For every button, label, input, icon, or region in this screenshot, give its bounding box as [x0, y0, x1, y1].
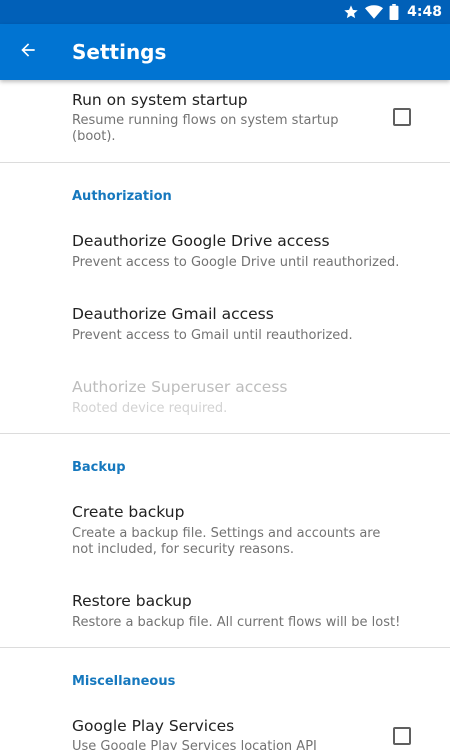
arrow-back-icon [18, 40, 38, 64]
pref-summary: Use Google Play Services location API [72, 739, 317, 750]
app-bar: Settings [0, 24, 450, 80]
pref-run-on-startup[interactable]: Run on system startup Resume running flo… [0, 80, 450, 162]
category-header-backup: Backup [72, 460, 126, 475]
battery-icon [389, 4, 399, 20]
pref-title: Google Play Services [72, 717, 235, 735]
pref-create-backup[interactable]: Create backup Create a backup file. Sett… [0, 491, 450, 575]
back-button[interactable] [8, 32, 48, 72]
pref-title: Deauthorize Google Drive access [72, 232, 330, 250]
status-time: 4:48 [407, 4, 442, 20]
pref-title: Run on system startup [72, 91, 248, 109]
wifi-icon [365, 4, 384, 20]
page-title: Settings [72, 40, 167, 64]
pref-summary: Resume running flows on system startup (… [72, 113, 339, 144]
pref-title: Restore backup [72, 592, 192, 610]
category-header-authorization: Authorization [72, 189, 172, 204]
google-play-services-checkbox[interactable] [393, 727, 411, 745]
pref-summary: Prevent access to Gmail until reauthoriz… [72, 328, 353, 343]
pref-summary: Restore a backup file. All current flows… [72, 615, 401, 630]
divider [0, 433, 450, 434]
status-icons: 4:48 [343, 0, 442, 24]
pref-title: Create backup [72, 503, 185, 521]
pref-summary: Rooted device required. [72, 401, 228, 416]
star-icon [343, 4, 359, 20]
pref-deauthorize-drive[interactable]: Deauthorize Google Drive access Prevent … [0, 220, 450, 290]
pref-deauthorize-gmail[interactable]: Deauthorize Gmail access Prevent access … [0, 293, 450, 363]
status-bar: 4:48 [0, 0, 450, 24]
pref-title: Deauthorize Gmail access [72, 305, 274, 323]
pref-title: Authorize Superuser access [72, 378, 288, 396]
pref-google-play-services[interactable]: Google Play Services Use Google Play Ser… [0, 705, 450, 750]
pref-summary: Create a backup file. Settings and accou… [72, 526, 381, 557]
settings-list: Run on system startup Resume running flo… [0, 80, 450, 750]
pref-authorize-superuser: Authorize Superuser access Rooted device… [0, 366, 450, 432]
pref-restore-backup[interactable]: Restore backup Restore a backup file. Al… [0, 580, 450, 646]
run-on-startup-checkbox[interactable] [393, 108, 411, 126]
divider [0, 162, 450, 163]
divider [0, 647, 450, 648]
category-header-miscellaneous: Miscellaneous [72, 674, 176, 689]
pref-summary: Prevent access to Google Drive until rea… [72, 255, 400, 270]
